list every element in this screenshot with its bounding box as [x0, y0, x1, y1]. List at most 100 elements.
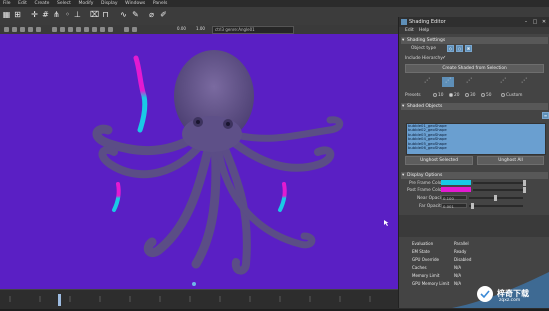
menu-edit[interactable]: Edit: [18, 0, 27, 7]
list-item[interactable]: bubble06_geoShape: [407, 145, 545, 150]
grid-toggle-icon[interactable]: [68, 27, 73, 32]
snap-grid-icon[interactable]: #: [41, 10, 50, 20]
view-icon[interactable]: [4, 27, 9, 32]
preset-4-icon[interactable]: ⋰: [497, 77, 509, 87]
menu-modify[interactable]: Modify: [78, 0, 93, 7]
smooth-shade-icon[interactable]: [84, 27, 89, 32]
far-opacity-slider[interactable]: [469, 205, 523, 207]
presets-label: Presets: [405, 93, 421, 98]
ghost-trail-3: [278, 182, 287, 212]
camera-icon[interactable]: [52, 27, 57, 32]
shading-settings-header[interactable]: Shading Settings: [401, 37, 548, 44]
maximize-icon[interactable]: □: [532, 19, 538, 25]
hud-row: GPU Override Disabled: [398, 257, 498, 265]
list-options-icon[interactable]: ≡: [542, 112, 549, 119]
post-frame-color-knob[interactable]: [523, 187, 526, 193]
grid-icon[interactable]: ▦: [2, 10, 11, 20]
move-icon[interactable]: ✛: [30, 10, 39, 20]
preset-5-icon[interactable]: ⋰: [518, 77, 530, 87]
isolate-icon[interactable]: [132, 27, 137, 32]
shadow-icon[interactable]: [108, 27, 113, 32]
render-icon[interactable]: ⌧: [90, 10, 99, 20]
light-icon[interactable]: [100, 27, 105, 32]
include-hierarchy-checkbox[interactable]: ✓: [442, 55, 446, 61]
editor-titlebar[interactable]: Shading Editor – □ ✕: [399, 17, 549, 27]
select-icon[interactable]: ⊞: [13, 10, 22, 20]
wireframe-icon[interactable]: [76, 27, 81, 32]
hud-key: EM State: [412, 249, 430, 254]
pre-frame-color-knob[interactable]: [523, 180, 526, 186]
texture-icon[interactable]: [92, 27, 97, 32]
menu-select[interactable]: Select: [57, 0, 71, 7]
editor-empty-area: [399, 215, 549, 237]
preset-1-icon[interactable]: ⋰: [421, 77, 433, 87]
far-opacity-field[interactable]: 0.001: [441, 203, 467, 209]
preset-radio-20[interactable]: [449, 93, 453, 97]
renderer-icon[interactable]: [36, 27, 41, 32]
pencil-icon[interactable]: ✎: [131, 10, 140, 20]
pre-frame-color-slider[interactable]: [473, 182, 525, 184]
camera-select-field[interactable]: ctrl3 genre:Angle01: [212, 26, 294, 34]
hud-key: Evaluation: [412, 241, 434, 246]
menu-windows[interactable]: Windows: [125, 0, 145, 7]
hud-row: EM State Ready: [398, 249, 498, 257]
post-frame-color-swatch[interactable]: [441, 187, 471, 192]
preset-2-icon[interactable]: ⋰: [442, 77, 454, 87]
hud-row: Evaluation Parallel: [398, 241, 498, 249]
unghost-all-button[interactable]: Unghost All: [477, 156, 544, 165]
preset-radio-30[interactable]: [465, 93, 469, 97]
cursor-icon: [384, 220, 389, 226]
unghost-selected-button[interactable]: Unghost Selected: [405, 156, 473, 165]
frame-value: 0.00: [177, 26, 186, 31]
object-type-curve-icon[interactable]: ○: [456, 45, 463, 52]
include-hierarchy-label: Include Hierarchy: [405, 56, 443, 61]
menu-file[interactable]: File: [3, 0, 11, 7]
menu-display[interactable]: Display: [101, 0, 118, 7]
octopus-scene: [92, 50, 389, 286]
far-opacity-label: Far Opacity: [419, 204, 444, 209]
lasso-icon[interactable]: ⌀: [147, 10, 156, 20]
preset-radio-custom[interactable]: [501, 93, 505, 97]
post-frame-color-slider[interactable]: [473, 189, 525, 191]
object-type-mesh-icon[interactable]: ◇: [447, 45, 454, 52]
preset-3-icon[interactable]: ⋰: [463, 77, 475, 87]
app-icon: [401, 19, 407, 25]
far-opacity-knob[interactable]: [471, 203, 474, 209]
xray-icon[interactable]: [124, 27, 129, 32]
menu-panels[interactable]: Panels: [153, 0, 167, 7]
hud-key: Caches: [412, 265, 427, 270]
snap-plane-icon[interactable]: ⊥: [73, 10, 82, 20]
show-icon[interactable]: [28, 27, 33, 32]
near-opacity-knob[interactable]: [494, 195, 497, 201]
pre-frame-color-swatch[interactable]: [441, 180, 471, 185]
lighting-icon[interactable]: [20, 27, 25, 32]
ghost-trail-1: [133, 55, 148, 133]
pen-icon[interactable]: ✐: [159, 10, 168, 20]
menu-create[interactable]: Create: [34, 0, 49, 7]
display-options-header[interactable]: Display Options: [401, 172, 548, 179]
shaded-objects-header[interactable]: Shaded Objects: [401, 103, 548, 110]
close-icon[interactable]: ✕: [541, 19, 547, 25]
shaded-objects-list[interactable]: bubble01_geoShape bubble02_geoShape bubb…: [406, 123, 546, 155]
hud-key: GPU Memory Limit: [412, 281, 450, 286]
shading-icon[interactable]: [12, 27, 17, 32]
hud-key: Memory Limit: [412, 273, 440, 278]
snap-curve-icon[interactable]: ⋔: [52, 10, 61, 20]
post-frame-color-label: Post Frame Color: [407, 188, 444, 193]
curve-tool-icon[interactable]: ∿: [119, 10, 128, 20]
main-menubar: File Edit Create Select Modify Display W…: [0, 0, 549, 7]
preset-radio-10[interactable]: [433, 93, 437, 97]
3d-viewport[interactable]: [0, 34, 400, 289]
editor-menu-edit[interactable]: Edit: [405, 28, 414, 33]
hud-value: Parallel: [454, 241, 469, 246]
object-type-joint-icon[interactable]: ⌘: [465, 45, 472, 52]
editor-menu-help[interactable]: Help: [419, 28, 429, 33]
snap-point-icon[interactable]: ◦: [63, 10, 72, 20]
near-opacity-field[interactable]: 0.100: [441, 195, 467, 201]
frame-all-icon[interactable]: [60, 27, 65, 32]
preset-radio-50[interactable]: [481, 93, 485, 97]
create-shaded-button[interactable]: Create Shaded from Selection: [405, 64, 544, 73]
magnet-icon[interactable]: ⊓: [101, 10, 110, 20]
editor-title: Shading Editor: [409, 19, 446, 25]
minimize-icon[interactable]: –: [523, 19, 529, 25]
